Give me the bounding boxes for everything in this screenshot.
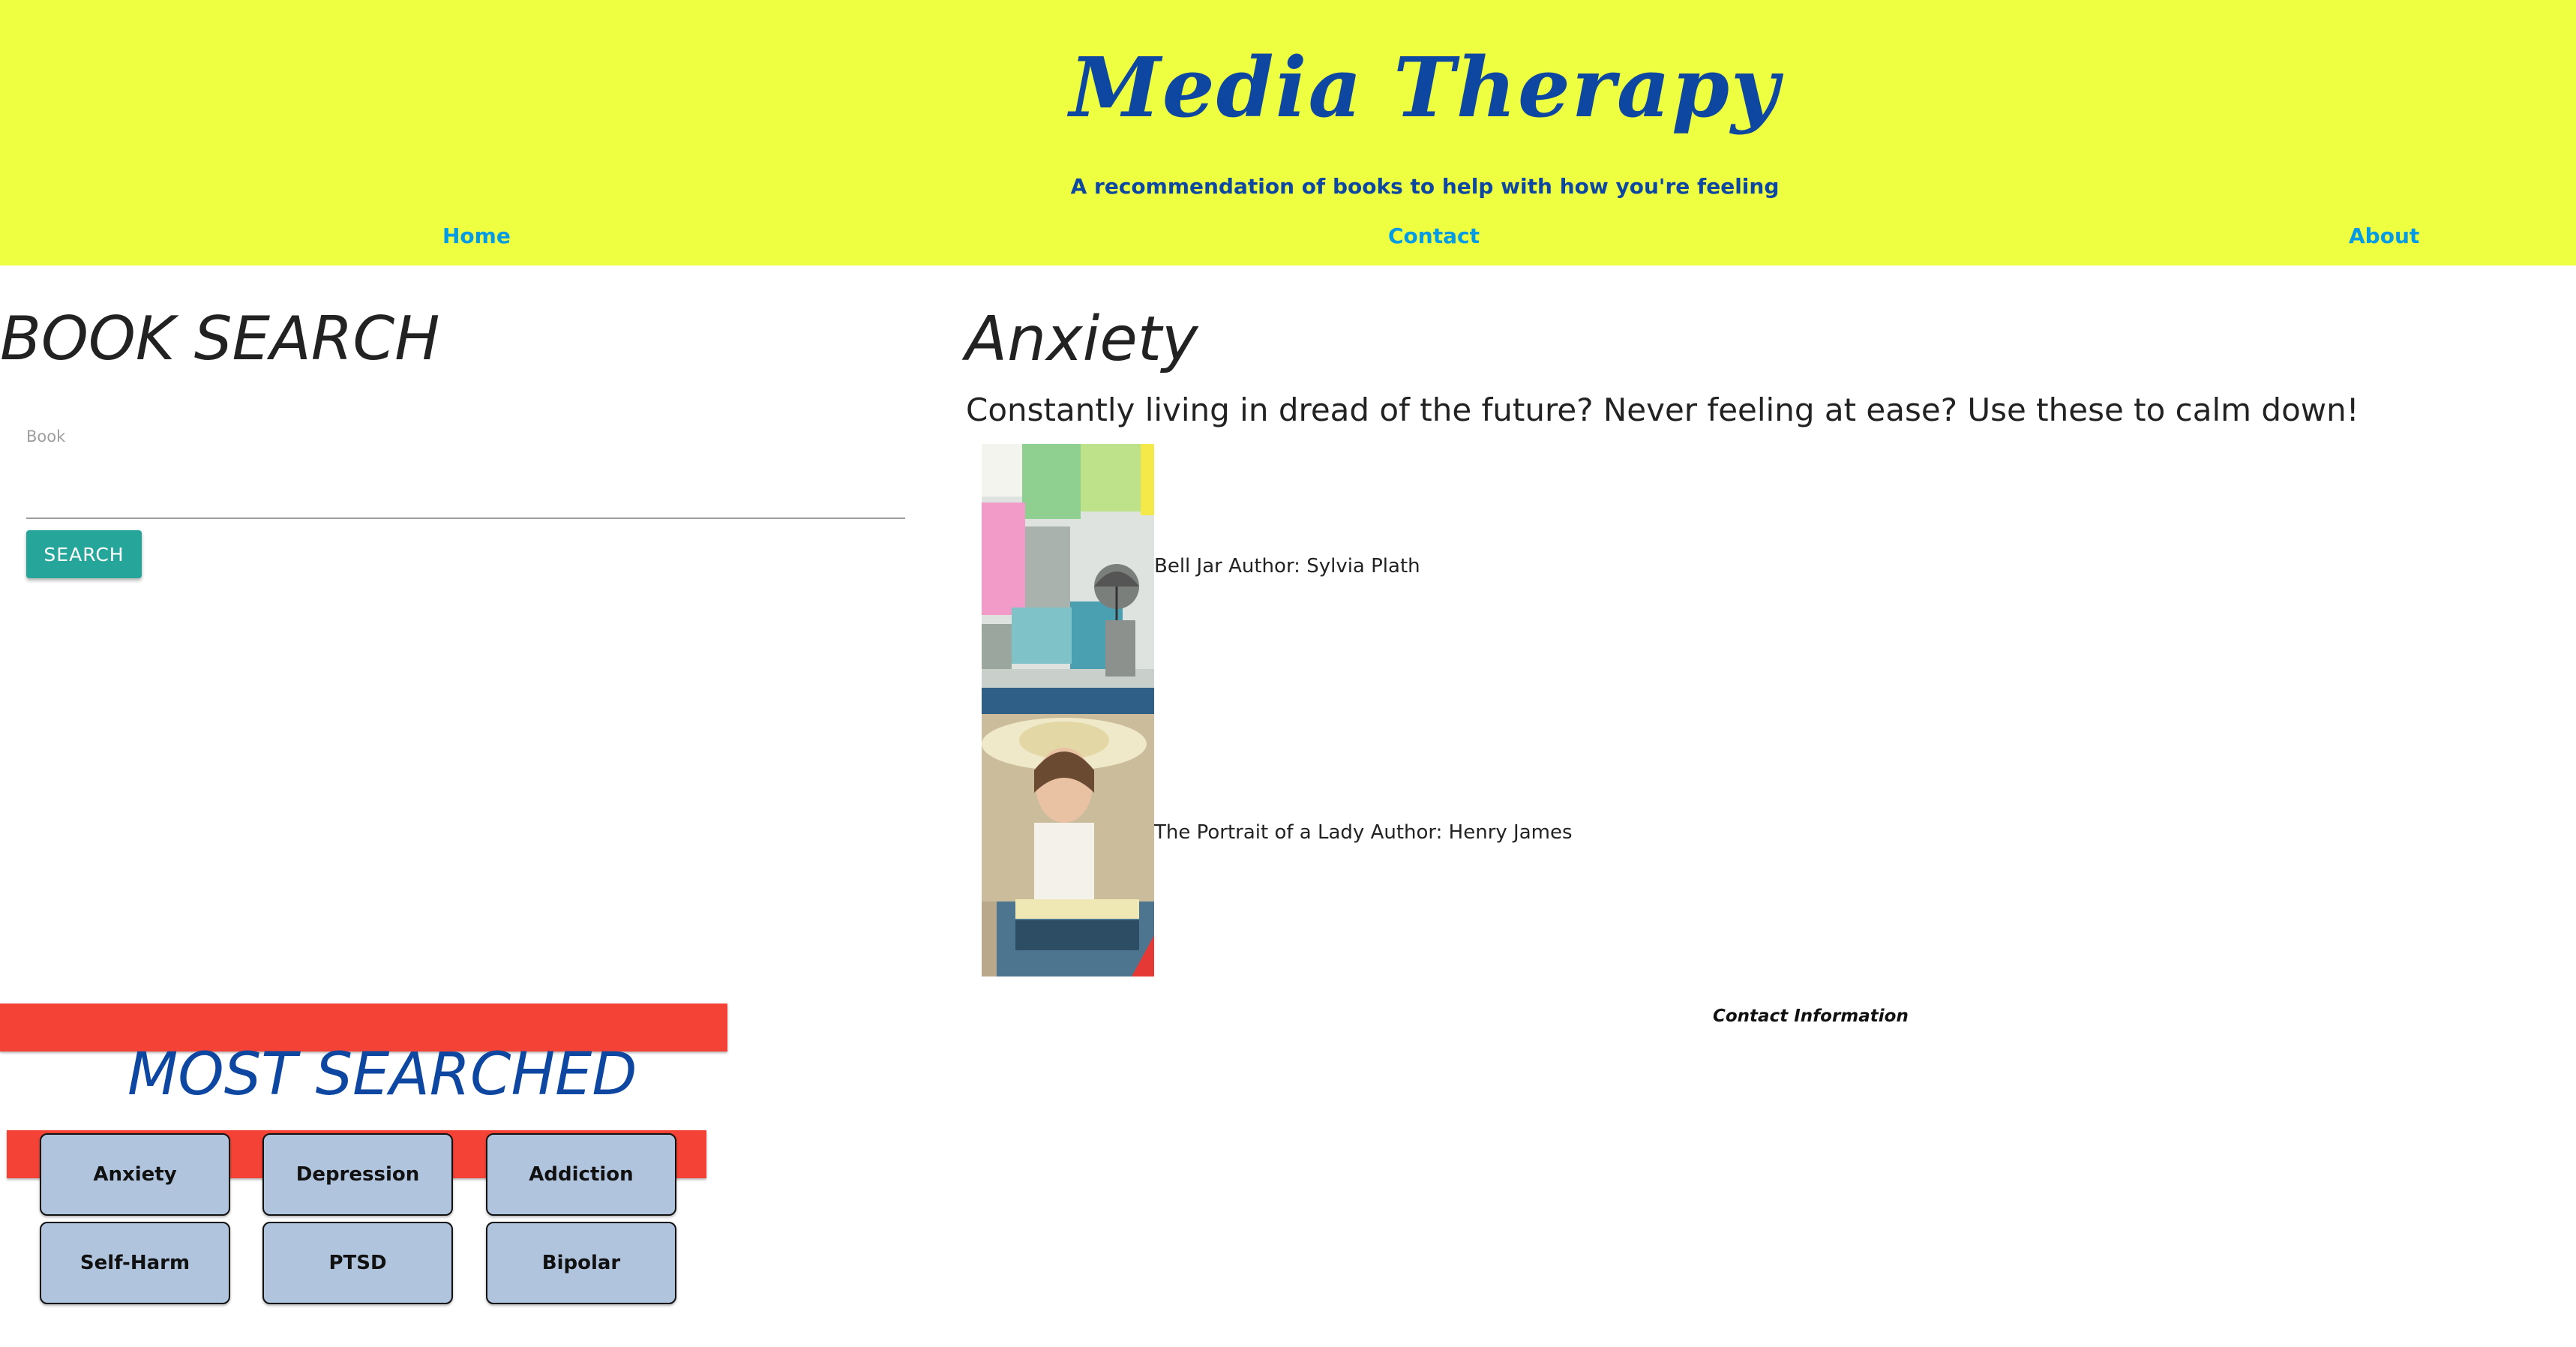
category-button-ptsd[interactable]: PTSD <box>262 1222 453 1304</box>
nav-link-contact[interactable]: Contact <box>1388 224 1480 248</box>
category-button-anxiety[interactable]: Anxiety <box>40 1133 230 1216</box>
category-button-bipolar[interactable]: Bipolar <box>486 1222 676 1304</box>
category-button-depression[interactable]: Depression <box>262 1133 453 1216</box>
book-search-heading: BOOK SEARCH <box>0 304 440 374</box>
category-title: Anxiety <box>965 304 1198 375</box>
book-field-label: Book <box>26 428 66 446</box>
site-header: Media Therapy A recommendation of books … <box>0 0 2576 266</box>
site-title: Media Therapy <box>1069 39 1780 136</box>
book-caption: Bell Jar Author: Sylvia Plath <box>1154 555 1420 578</box>
category-button-self-harm[interactable]: Self-Harm <box>40 1222 230 1304</box>
category-description: Constantly living in dread of the future… <box>966 392 2359 428</box>
book-search-input[interactable] <box>26 459 905 519</box>
book-cover-image <box>982 688 1154 976</box>
nav-link-about[interactable]: About <box>2349 224 2419 248</box>
site-subtitle: A recommendation of books to help with h… <box>1070 174 1780 199</box>
nav-link-home[interactable]: Home <box>442 224 511 248</box>
book-cover-image <box>982 444 1154 688</box>
category-button-addiction[interactable]: Addiction <box>486 1133 676 1216</box>
book-caption: The Portrait of a Lady Author: Henry Jam… <box>1154 821 1573 844</box>
most-searched-title: MOST SEARCHED <box>127 1041 637 1108</box>
search-button[interactable]: SEARCH <box>26 530 142 578</box>
contact-information-label[interactable]: Contact Information <box>1713 1006 1909 1026</box>
